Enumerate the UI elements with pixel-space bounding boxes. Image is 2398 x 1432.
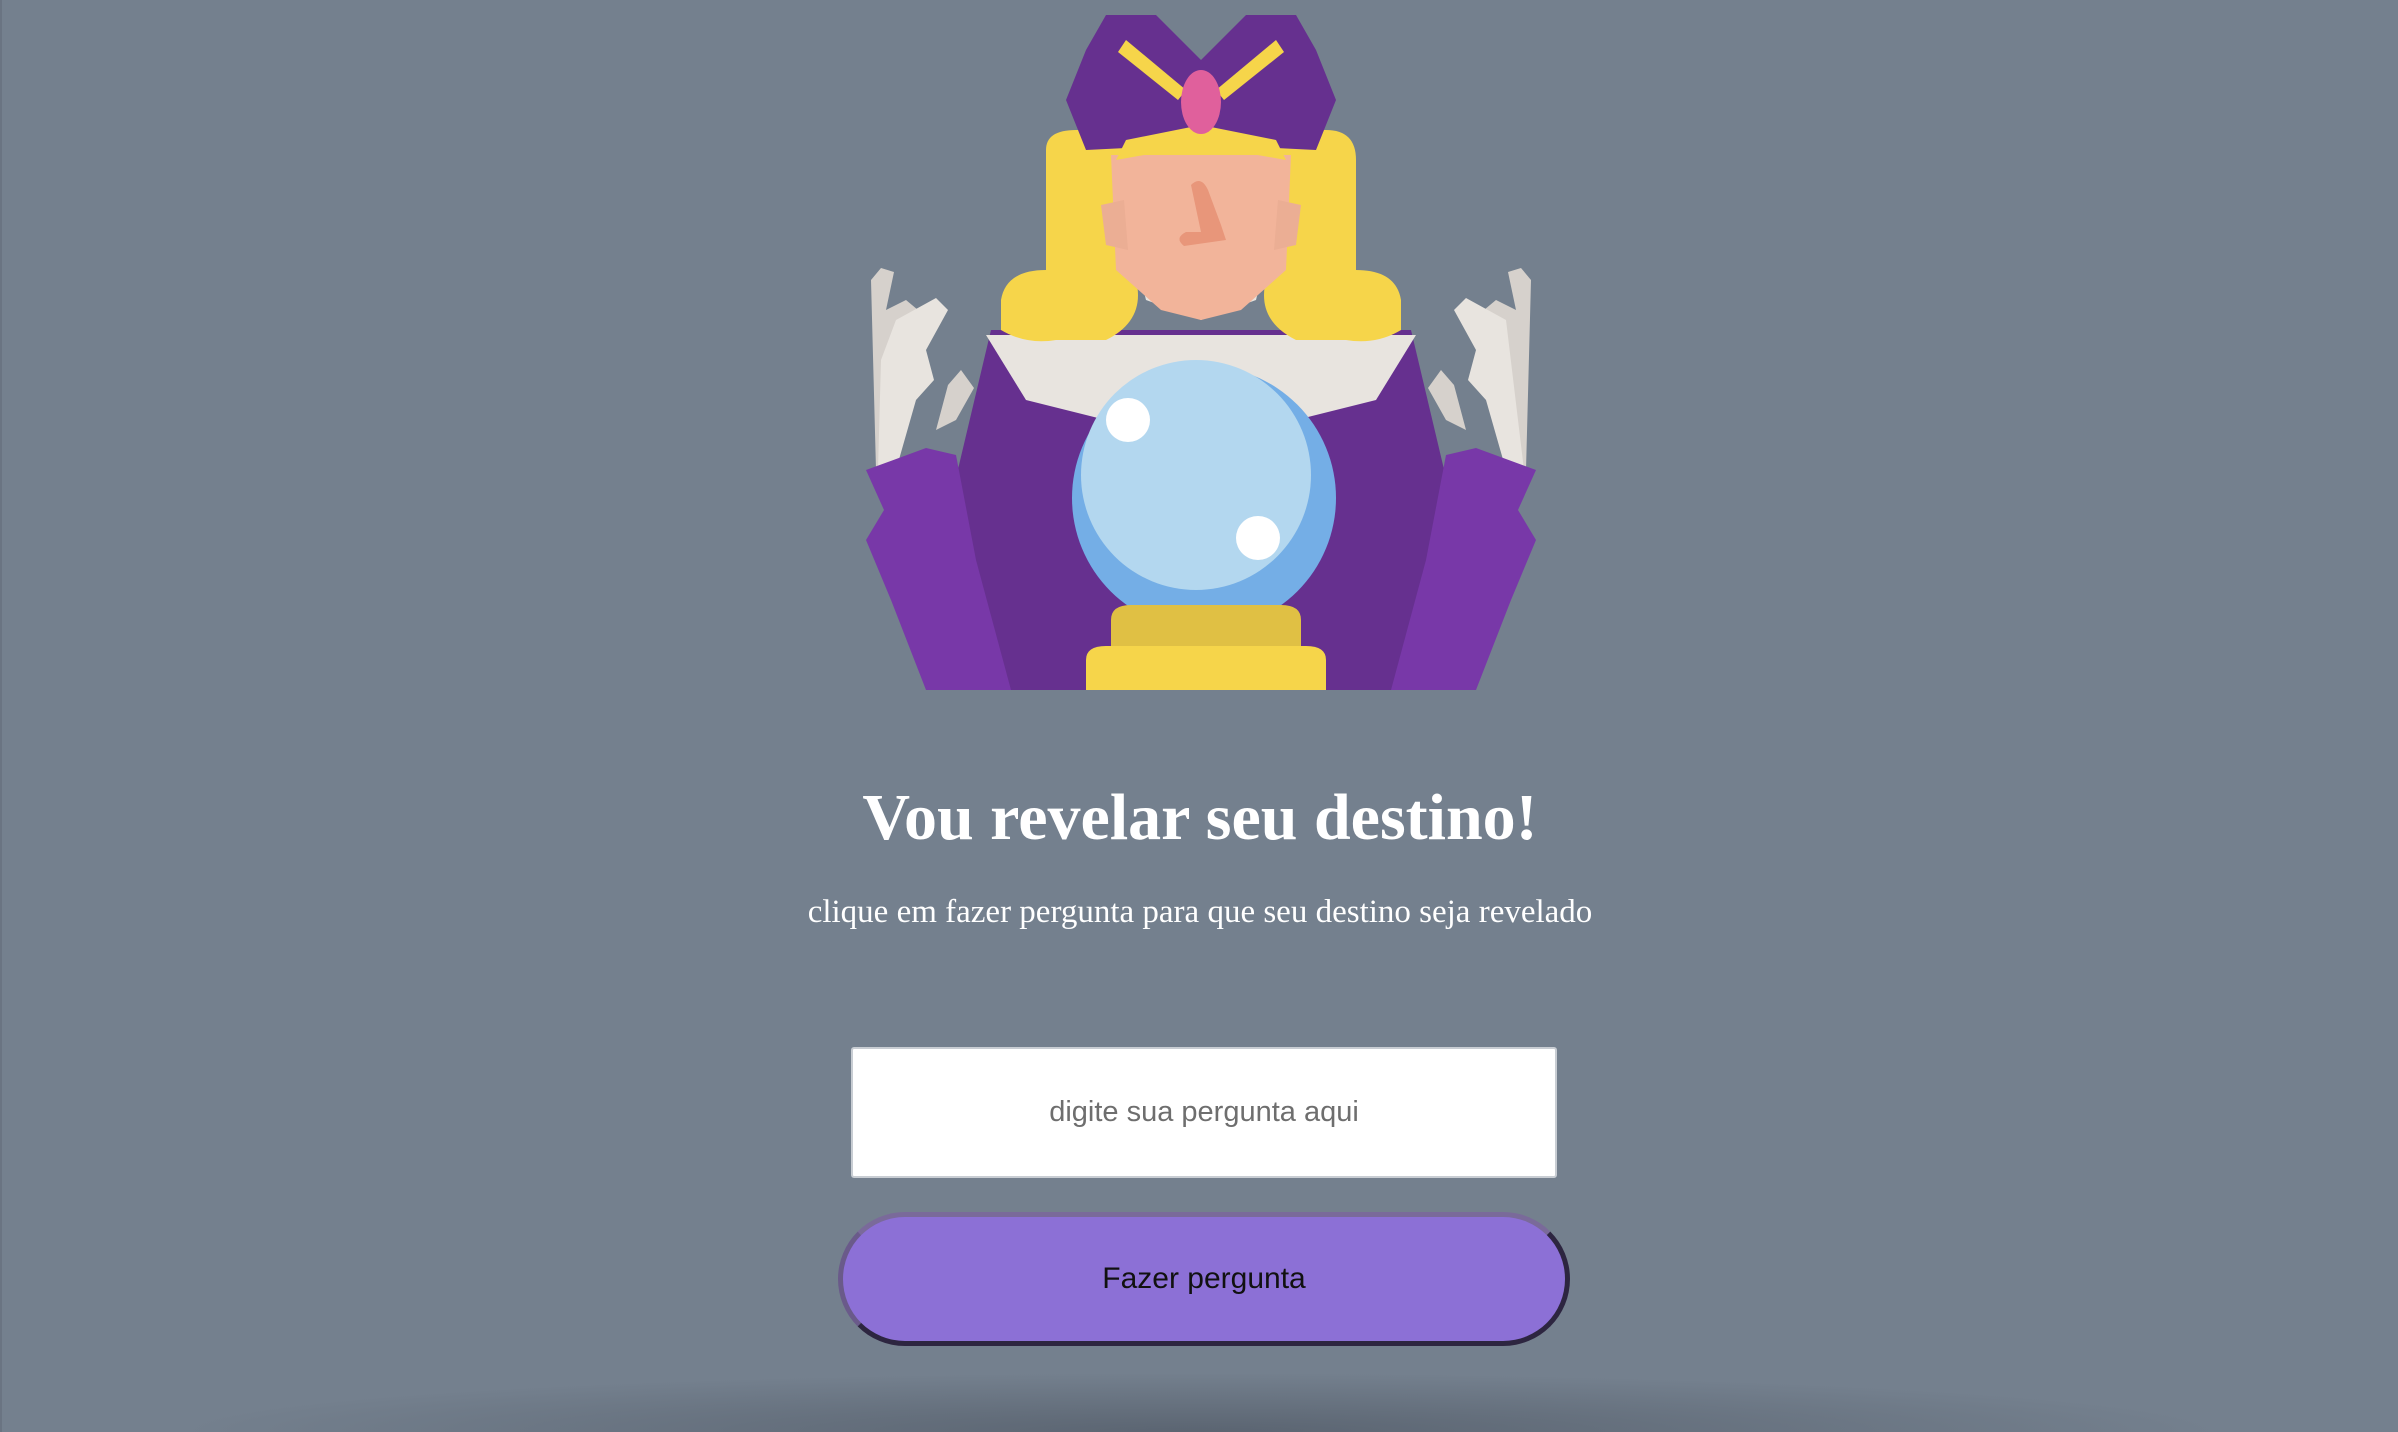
left-hand [871,268,974,470]
page-subtitle: clique em fazer pergunta para que seu de… [807,894,1593,930]
gem-icon [1181,70,1221,134]
crystal-ball-stand [1086,605,1326,690]
page-title: Vou revelar seu destino! [862,781,1538,854]
question-input[interactable] [851,1047,1557,1178]
page: Vou revelar seu destino! clique em fazer… [0,0,2398,1432]
ask-question-button[interactable]: Fazer pergunta [838,1212,1570,1346]
bottom-shadow [162,1372,2238,1432]
turban [1066,15,1336,160]
fortune-teller-icon [866,15,1536,690]
right-hand [1428,268,1531,470]
